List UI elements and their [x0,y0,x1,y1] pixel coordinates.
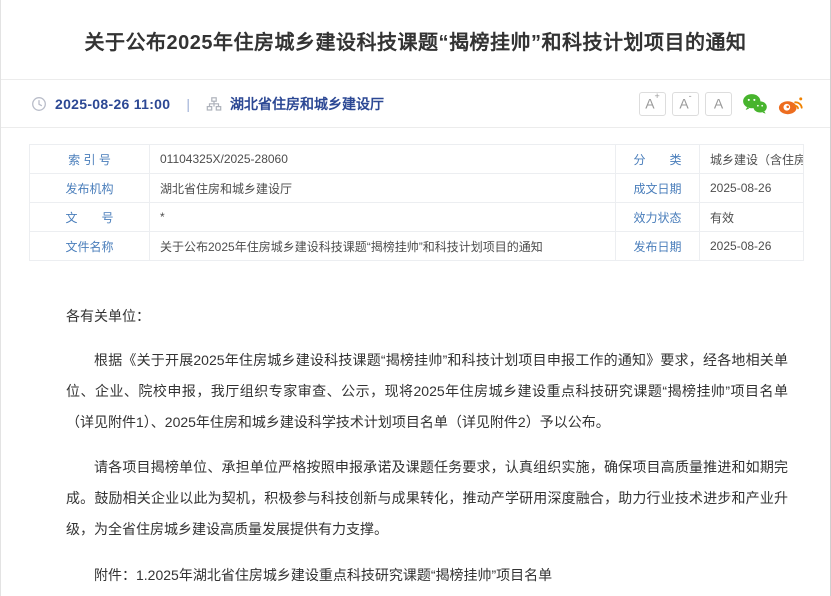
clock-icon [31,96,47,112]
written-date-value: 2025-08-26 [700,174,804,203]
category-label: 分 类 [616,145,700,174]
category-value: 城乡建设（含住房） [700,145,804,174]
publish-date-value: 2025-08-26 [700,232,804,261]
document-info-table-wrap: 索 引 号 01104325X/2025-28060 分 类 城乡建设（含住房）… [1,128,830,261]
notice-body: 各有关单位： 根据《关于开展2025年住房城乡建设科技课题“揭榜挂帅”和科技计划… [1,261,830,596]
meta-info: 2025-08-26 11:00 | 湖北省住房和城乡建设厅 [31,94,384,114]
issuing-agency-value: 湖北省住房和城乡建设厅 [150,174,616,203]
document-info-table: 索 引 号 01104325X/2025-28060 分 类 城乡建设（含住房）… [29,144,804,261]
meta-tools: A+ A- A [639,92,804,116]
issuing-agency-label: 发布机构 [30,174,150,203]
meta-separator: | [186,96,190,112]
doc-number-label: 文 号 [30,203,150,232]
weibo-share-icon[interactable] [778,92,804,116]
font-smaller-button[interactable]: A- [672,92,699,116]
paragraph-1: 根据《关于开展2025年住房城乡建设科技课题“揭榜挂帅”和科技计划项目申报工作的… [66,345,788,438]
table-row: 文件名称 关于公布2025年住房城乡建设科技课题“揭榜挂帅”和科技计划项目的通知… [30,232,804,261]
doc-number-value: * [150,203,616,232]
source-link[interactable]: 湖北省住房和城乡建设厅 [230,94,384,114]
publish-date-label: 发布日期 [616,232,700,261]
page-title: 关于公布2025年住房城乡建设科技课题“揭榜挂帅”和科技计划项目的通知 [1,0,830,55]
wechat-share-icon[interactable] [742,92,768,116]
table-row: 文 号 * 效力状态 有效 [30,203,804,232]
meta-bar: 2025-08-26 11:00 | 湖北省住房和城乡建设厅 A+ A- A [1,80,830,128]
file-title-label: 文件名称 [30,232,150,261]
table-row: 发布机构 湖北省住房和城乡建设厅 成文日期 2025-08-26 [30,174,804,203]
sitemap-icon [206,96,222,112]
validity-label: 效力状态 [616,203,700,232]
written-date-label: 成文日期 [616,174,700,203]
index-number-value: 01104325X/2025-28060 [150,145,616,174]
validity-value: 有效 [700,203,804,232]
font-larger-button[interactable]: A+ [639,92,666,116]
index-number-label: 索 引 号 [30,145,150,174]
table-row: 索 引 号 01104325X/2025-28060 分 类 城乡建设（含住房） [30,145,804,174]
paragraph-2: 请各项目揭榜单位、承担单位严格按照申报承诺及课题任务要求，认真组织实施，确保项目… [66,452,788,545]
attachment-line-1: 附件：1.2025年湖北省住房城乡建设重点科技研究课题“揭榜挂帅”项目名单 [66,560,788,591]
publish-time: 2025-08-26 11:00 [55,96,170,112]
font-reset-button[interactable]: A [705,92,732,116]
notice-page: 关于公布2025年住房城乡建设科技课题“揭榜挂帅”和科技计划项目的通知 2025… [0,0,831,596]
file-title-value: 关于公布2025年住房城乡建设科技课题“揭榜挂帅”和科技计划项目的通知 [150,232,616,261]
salutation: 各有关单位： [66,301,788,331]
